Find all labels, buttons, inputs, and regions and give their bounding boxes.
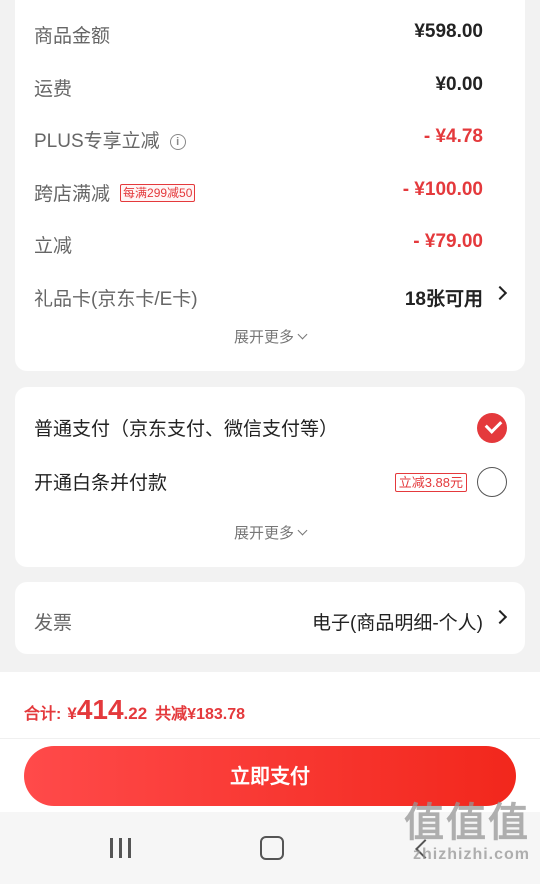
expand-more-label: 展开更多 [233,329,294,346]
row-goods-amount: 商品金额 ¥598.00 [15,11,525,51]
watermark-url: zhizhizhi.com [413,846,530,863]
chevron-down-icon [297,329,308,340]
watermark: 值值值 zhizhizhi.com [404,800,530,864]
checkout-bar: 合计: ¥414.22 共减¥183.78 立即支付 [0,672,540,812]
invoice-card[interactable]: 发票 电子(商品明细-个人) [15,582,525,654]
gift-card-label: 礼品卡(京东卡/E卡) [34,289,198,310]
cross-store-label-wrap: 跨店满减 每满299减50 [34,179,196,206]
row-plus-discount: PLUS专享立减 i - ¥4.78 [15,116,525,156]
goods-amount-value: ¥598.00 [414,21,483,42]
cross-store-value: - ¥100.00 [402,179,483,200]
row-gift-card[interactable]: 礼品卡(京东卡/E卡) 18张可用 [15,274,525,314]
payment-option-baitiao[interactable]: 开通白条并付款 立减3.88元 [15,456,525,500]
plus-discount-label: PLUS专享立减 [34,131,160,152]
price-breakdown-card: 商品金额 ¥598.00 运费 ¥0.00 PLUS专享立减 i - ¥4.78 … [15,0,525,371]
promo-tag: 立减3.88元 [394,473,467,492]
expand-more-payment[interactable]: 展开更多 [15,522,525,543]
info-icon[interactable]: i [169,134,186,150]
radio-button[interactable] [477,467,507,497]
recents-icon[interactable] [110,838,132,858]
plus-discount-label-wrap: PLUS专享立减 i [34,126,186,153]
invoice-value: 电子(商品明细-个人) [312,613,483,634]
instant-discount-value: - ¥79.00 [413,231,483,252]
invoice-label: 发票 [34,613,73,634]
home-icon[interactable] [260,836,284,860]
payment-option-label: 普通支付（京东支付、微信支付等） [34,419,339,440]
watermark-logo: 值值值 [404,801,530,845]
currency-symbol: ¥ [67,704,77,723]
instant-discount-label: 立减 [34,236,73,257]
row-invoice[interactable]: 发票 电子(商品明细-个人) [15,598,525,638]
total-summary: 合计: ¥414.22 共减¥183.78 [24,694,245,726]
expand-more-price[interactable]: 展开更多 [15,326,525,347]
checked-icon[interactable] [477,413,507,443]
row-cross-store-discount: 跨店满减 每满299减50 - ¥100.00 [15,169,525,209]
chevron-right-icon [492,609,508,625]
payment-option-normal[interactable]: 普通支付（京东支付、微信支付等） [15,402,525,446]
payment-option-label: 开通白条并付款 [34,473,168,494]
pay-now-button[interactable]: 立即支付 [24,746,516,806]
total-integer: 414 [76,694,124,725]
shipping-label: 运费 [34,79,73,100]
expand-more-label: 展开更多 [233,525,294,542]
divider [0,738,540,739]
payment-method-card: 普通支付（京东支付、微信支付等） 开通白条并付款 立减3.88元 展开更多 [15,387,525,567]
total-decimal: .22 [123,704,148,723]
shipping-value: ¥0.00 [435,74,483,95]
gift-card-value: 18张可用 [404,289,483,310]
goods-amount-label: 商品金额 [34,26,111,47]
chevron-right-icon [492,285,508,301]
total-saved: 共减¥183.78 [155,706,246,723]
plus-discount-value: - ¥4.78 [423,126,483,147]
chevron-down-icon [297,525,308,536]
promo-tag: 每满299减50 [120,184,196,202]
row-instant-discount: 立减 - ¥79.00 [15,221,525,261]
row-shipping: 运费 ¥0.00 [15,64,525,104]
cross-store-label: 跨店满减 [34,184,111,205]
total-label: 合计: [24,706,62,723]
